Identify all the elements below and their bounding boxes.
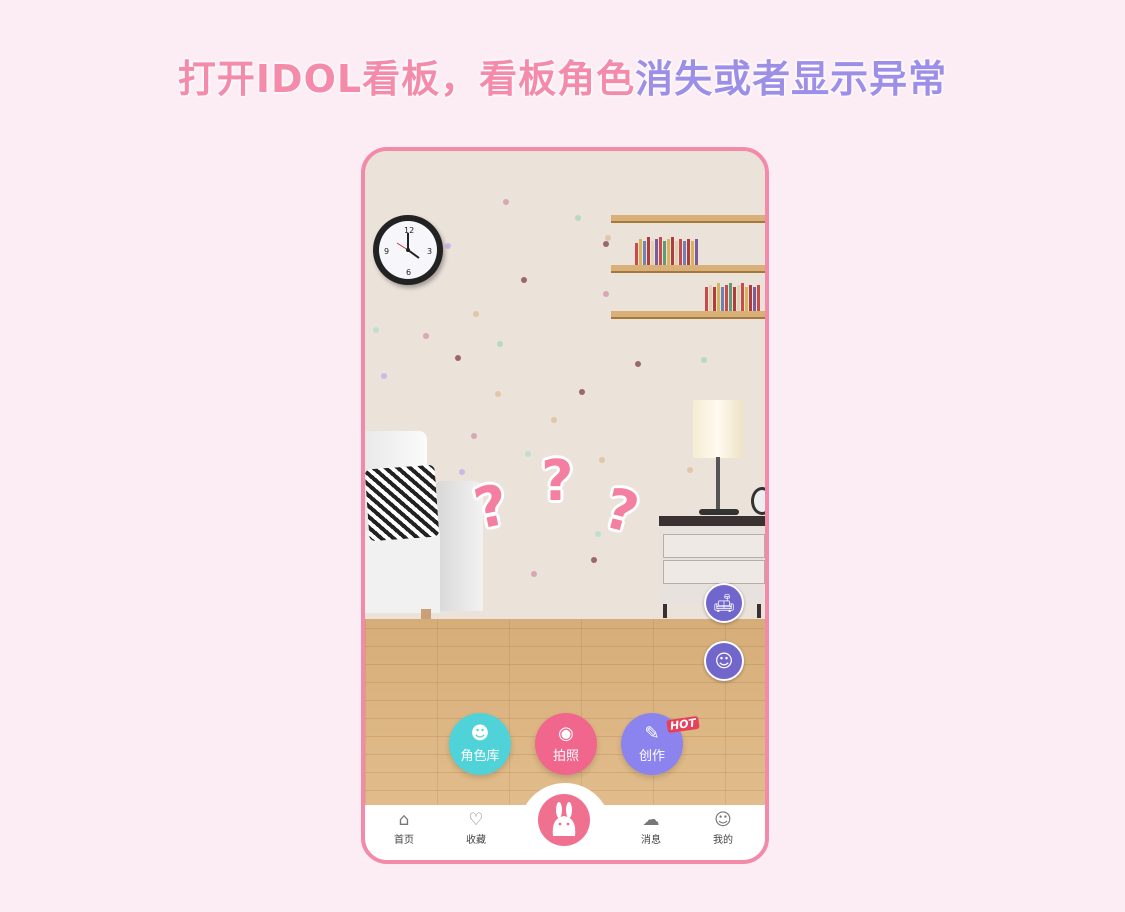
table-lamp — [693, 400, 743, 458]
lamp-base — [699, 509, 739, 515]
question-mark: ? — [541, 449, 574, 514]
wall-shelf — [611, 265, 765, 273]
svg-text:12: 12 — [404, 226, 414, 235]
page-headline: 打开IDOL看板，看板角色消失或者显示异常 — [0, 48, 1125, 103]
phone-frame: 12 3 6 9 ? ? ? 🛋 ☺ ☻ 角色库 ◉ 拍照 ✎ 创作 HOT ⌂… — [361, 147, 769, 864]
create-label: 创作 — [638, 749, 665, 764]
photo-label: 拍照 — [552, 749, 579, 764]
home-icon: ⌂ — [398, 810, 410, 830]
favorite-icon: ♡ — [468, 810, 484, 830]
pose-button[interactable]: ☺ — [704, 641, 744, 681]
checkered-pillow — [365, 464, 440, 542]
character-library-button[interactable]: ☻ 角色库 — [449, 713, 511, 775]
character-library-label: 角色库 — [460, 749, 500, 764]
furniture-button[interactable]: 🛋 — [704, 583, 744, 623]
tab-messages[interactable]: ☁ 消息 — [621, 809, 681, 846]
tab-home-label: 首页 — [394, 835, 414, 846]
tab-profile[interactable]: ☺ 我的 — [693, 809, 753, 846]
character-icon: ☻ — [470, 723, 490, 744]
center-idol-button[interactable] — [538, 794, 590, 846]
camera-icon: ◉ — [558, 723, 574, 744]
sofa-icon: 🛋 — [712, 592, 736, 614]
profile-icon: ☺ — [714, 810, 732, 830]
wall-shelf — [611, 311, 765, 319]
svg-text:9: 9 — [384, 247, 389, 256]
desk-clock-icon — [751, 487, 765, 515]
svg-text:3: 3 — [427, 247, 432, 256]
photo-button[interactable]: ◉ 拍照 — [535, 713, 597, 775]
lamp-stem — [716, 457, 720, 512]
wall-shelf — [611, 215, 765, 223]
tab-messages-label: 消息 — [641, 835, 661, 846]
tab-favorites-label: 收藏 — [466, 835, 486, 846]
tab-profile-label: 我的 — [713, 835, 733, 846]
tab-home[interactable]: ⌂ 首页 — [374, 809, 434, 846]
room-wall: 12 3 6 9 — [365, 151, 765, 631]
sofa-seat — [365, 531, 440, 613]
headline-part-purple: 消失或者显示异常 — [635, 57, 948, 101]
svg-text:6: 6 — [406, 268, 411, 277]
message-icon: ☁ — [642, 810, 660, 830]
rabbit-icon — [552, 802, 576, 836]
tab-favorites[interactable]: ♡ 收藏 — [446, 809, 506, 846]
edit-icon: ✎ — [644, 723, 660, 744]
wall-clock-icon: 12 3 6 9 — [373, 215, 443, 285]
person-icon: ☺ — [714, 650, 734, 672]
headline-part-pink: 打开IDOL看板，看板角色 — [177, 57, 636, 101]
